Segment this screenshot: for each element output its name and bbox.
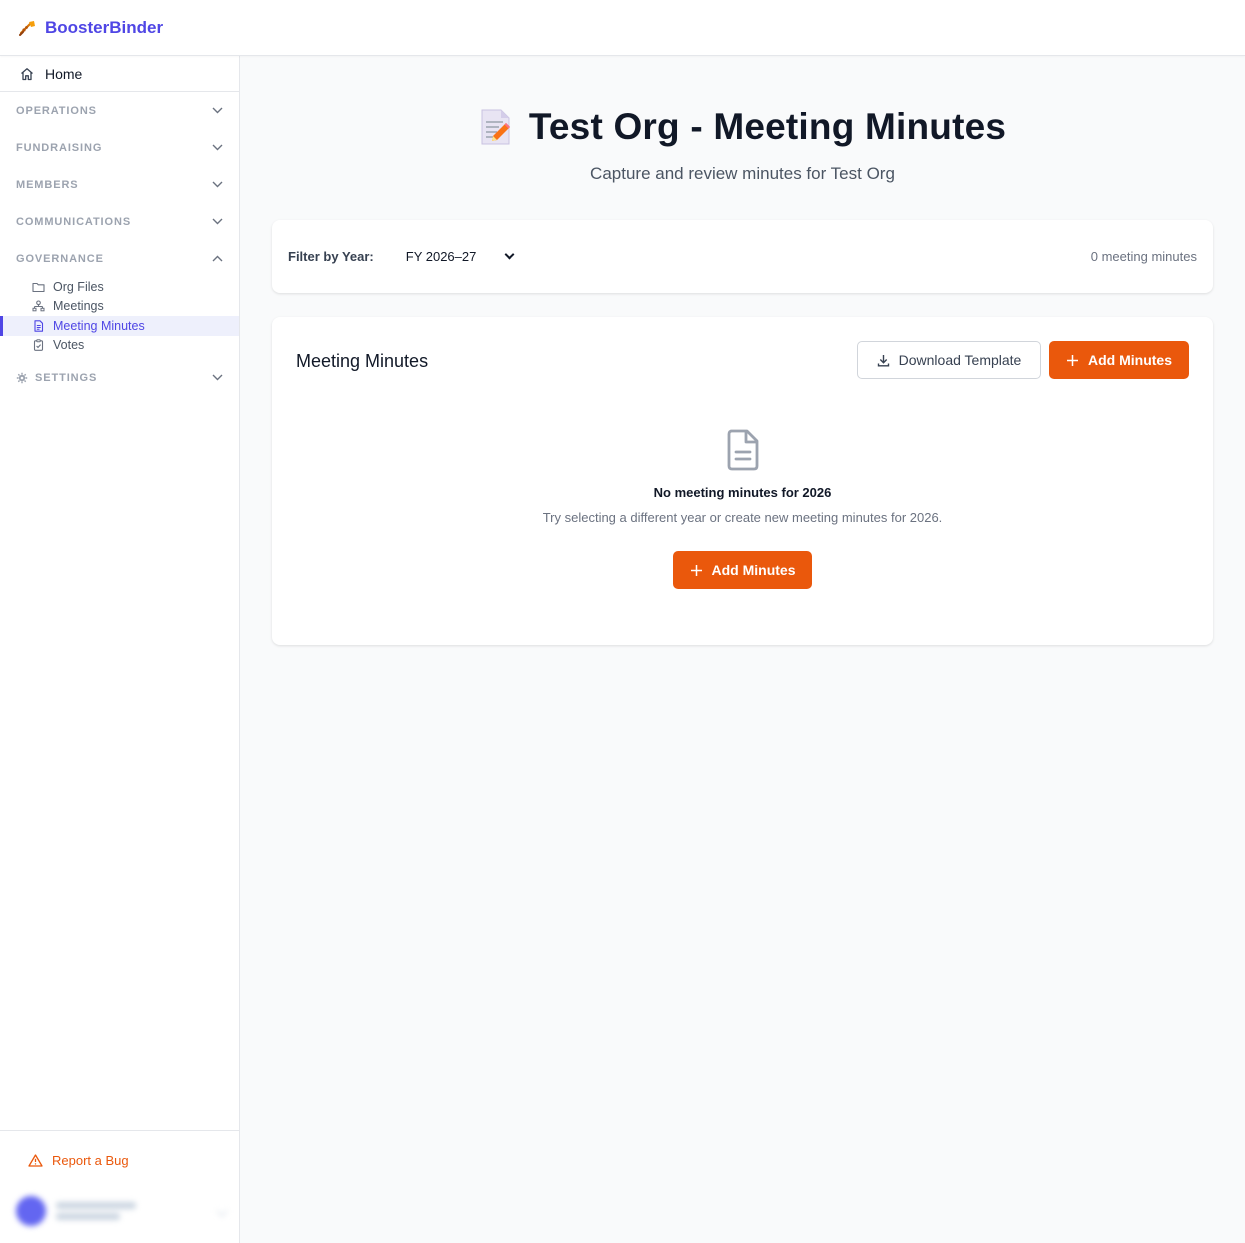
sidebar-section-members[interactable]: MEMBERS <box>0 166 239 203</box>
year-select[interactable]: FY 2026–27 <box>405 249 515 264</box>
page-header: Test Org - Meeting Minutes <box>240 106 1245 148</box>
people-network-icon <box>32 300 45 312</box>
button-label: Add Minutes <box>711 562 796 578</box>
filter-card: Filter by Year: FY 2026–27 0 meeting min… <box>272 220 1213 293</box>
folder-icon <box>32 282 45 292</box>
chevron-down-icon <box>212 107 223 114</box>
chevron-down-icon <box>212 374 223 381</box>
plus-icon <box>1067 354 1078 366</box>
sidebar-section-governance[interactable]: GOVERNANCE <box>0 240 239 277</box>
section-label: OPERATIONS <box>16 104 97 117</box>
brand-name[interactable]: BoosterBinder <box>45 18 163 38</box>
sidebar-item-meetings[interactable]: Meetings <box>0 297 239 317</box>
chevron-down-icon <box>212 218 223 225</box>
empty-state-title: No meeting minutes for 2026 <box>653 485 832 500</box>
document-icon <box>727 429 759 471</box>
sidebar-section-communications[interactable]: COMMUNICATIONS <box>0 203 239 240</box>
page-subtitle: Capture and review minutes for Test Org <box>590 164 895 183</box>
chevron-up-icon <box>212 255 223 262</box>
section-label: COMMUNICATIONS <box>16 215 132 228</box>
chevron-down-icon <box>504 249 515 260</box>
section-label: SETTINGS <box>35 371 98 384</box>
document-icon <box>34 320 44 332</box>
sidebar-item-label: Votes <box>53 338 85 353</box>
report-bug-link[interactable]: Report a Bug <box>28 1153 129 1168</box>
main-content: Test Org - Meeting Minutes Capture and r… <box>240 56 1245 1243</box>
chevron-down-icon <box>212 144 223 151</box>
button-label: Download Template <box>898 352 1022 368</box>
report-bug-label: Report a Bug <box>52 1153 129 1168</box>
filter-label: Filter by Year: <box>288 249 374 264</box>
gear-icon <box>16 372 28 383</box>
minutes-count: 0 meeting minutes <box>1090 249 1197 264</box>
section-title: Meeting Minutes <box>296 351 429 371</box>
download-icon <box>877 354 889 366</box>
year-select-value: FY 2026–27 <box>405 249 477 264</box>
minutes-card: Meeting Minutes Download Template Add Mi… <box>272 317 1213 645</box>
avatar <box>16 1196 46 1226</box>
user-info-redacted <box>56 1202 136 1220</box>
home-icon <box>21 67 33 80</box>
empty-add-minutes-button[interactable]: Add Minutes <box>673 551 812 589</box>
sidebar-section-settings[interactable]: SETTINGS <box>0 359 239 396</box>
add-minutes-button[interactable]: Add Minutes <box>1049 341 1189 379</box>
sidebar-section-operations[interactable]: OPERATIONS <box>0 92 239 129</box>
plus-icon <box>690 564 702 576</box>
governance-sub-list: Org Files Meetings Meeting Minutes Votes <box>0 277 239 359</box>
sidebar-section-fundraising[interactable]: FUNDRAISING <box>0 129 239 166</box>
sidebar-item-meeting-minutes[interactable]: Meeting Minutes <box>0 316 239 336</box>
sidebar-footer: Report a Bug <box>0 1130 239 1243</box>
sidebar-item-label: Home <box>45 65 83 82</box>
sidebar-item-votes[interactable]: Votes <box>0 336 239 356</box>
sidebar-item-label: Meetings <box>53 299 104 314</box>
sidebar-item-label: Meeting Minutes <box>53 318 145 333</box>
trumpet-icon <box>18 18 38 38</box>
user-menu[interactable] <box>16 1193 228 1229</box>
sidebar: Home OPERATIONS FUNDRAISING MEMBERS COMM… <box>0 56 240 1243</box>
download-template-button[interactable]: Download Template <box>857 341 1041 379</box>
button-label: Add Minutes <box>1088 352 1172 368</box>
sidebar-item-label: Org Files <box>53 279 104 294</box>
sidebar-item-org-files[interactable]: Org Files <box>0 277 239 297</box>
memo-icon <box>481 109 510 145</box>
page-title: Test Org - Meeting Minutes <box>528 106 1007 147</box>
chevron-down-icon <box>216 1205 228 1217</box>
chevron-down-icon <box>212 181 223 188</box>
clipboard-check-icon <box>33 339 44 352</box>
warning-icon <box>28 1154 43 1167</box>
section-label: GOVERNANCE <box>16 252 104 265</box>
top-bar: BoosterBinder <box>0 0 1245 56</box>
sidebar-item-home[interactable]: Home <box>0 56 239 92</box>
empty-state-description: Try selecting a different year or create… <box>542 510 943 525</box>
section-label: MEMBERS <box>16 178 79 191</box>
section-label: FUNDRAISING <box>16 141 103 154</box>
